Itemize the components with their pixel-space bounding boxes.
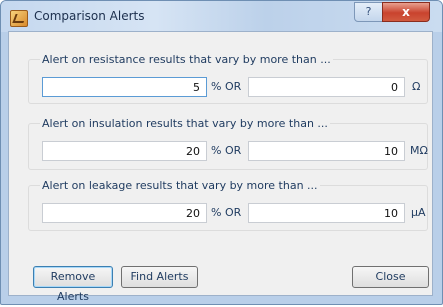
insulation-unit-label: MΩ bbox=[410, 144, 428, 157]
insulation-percent-or-label: % OR bbox=[211, 144, 242, 157]
remove-alerts-button[interactable]: Remove Alerts bbox=[33, 266, 113, 303]
resistance-percent-or-label: % OR bbox=[211, 80, 242, 93]
window-title: Comparison Alerts bbox=[34, 9, 145, 23]
close-button[interactable]: Close bbox=[352, 266, 429, 288]
resistance-percent-input[interactable]: 5 bbox=[42, 77, 207, 97]
leakage-absolute-input[interactable]: 10 bbox=[248, 203, 405, 223]
resistance-unit-label: Ω bbox=[412, 80, 421, 93]
insulation-absolute-input[interactable]: 10 bbox=[248, 141, 405, 161]
leakage-alert-label: Alert on leakage results that vary by mo… bbox=[40, 179, 320, 192]
insulation-alert-label: Alert on insulation results that vary by… bbox=[40, 117, 330, 130]
leakage-percent-or-label: % OR bbox=[211, 206, 242, 219]
resistance-alert-label: Alert on resistance results that vary by… bbox=[40, 53, 333, 66]
app-icon bbox=[10, 10, 28, 27]
window-close-button[interactable]: x bbox=[382, 2, 430, 22]
leakage-unit-label: µA bbox=[411, 206, 426, 219]
find-alerts-button[interactable]: Find Alerts bbox=[121, 266, 198, 288]
resistance-absolute-input[interactable]: 0 bbox=[248, 77, 405, 97]
insulation-percent-input[interactable]: 20 bbox=[42, 141, 207, 161]
title-bar[interactable]: Comparison Alerts ? x bbox=[1, 1, 442, 32]
help-button[interactable]: ? bbox=[354, 2, 383, 22]
leakage-percent-input[interactable]: 20 bbox=[42, 203, 207, 223]
